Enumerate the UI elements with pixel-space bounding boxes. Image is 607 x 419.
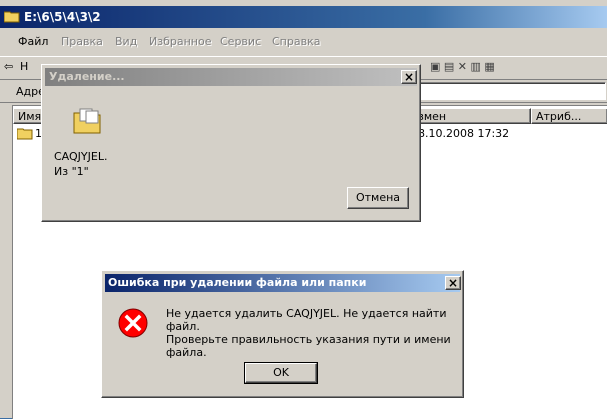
menu-edit[interactable]: Правка <box>61 32 103 52</box>
column-attributes-label: Атриб... <box>536 110 582 123</box>
cancel-button[interactable]: Отмена <box>347 187 409 209</box>
menu-bar: Файл Правка Вид Избранное Сервис Справка <box>0 32 607 52</box>
error-dialog: Ошибка при удалении файла или папки × Не… <box>101 270 464 398</box>
delete-source-folder: Из "1" <box>54 165 89 178</box>
toolbar-icons[interactable]: ▣ ▤ ✕ ▥ ▦ <box>430 60 495 73</box>
ok-button-label: OK <box>273 366 289 379</box>
back-arrow-icon[interactable]: ⇦ <box>4 60 13 73</box>
row-modified: 8.10.2008 17:32 <box>418 127 510 140</box>
delete-dialog-title: Удаление... <box>49 70 125 83</box>
folder-icon <box>4 11 20 23</box>
explorer-title-bar[interactable]: E:\6\5\4\3\2 <box>0 6 607 28</box>
error-message: Не удается удалить CAQJYJEL. Не удается … <box>166 307 447 333</box>
menu-file[interactable]: Файл <box>18 32 48 52</box>
column-modified-label: змен <box>418 110 447 123</box>
column-name-label: Имя <box>18 110 42 123</box>
menu-tools[interactable]: Сервис <box>220 32 261 52</box>
flying-papers-icon <box>73 108 101 134</box>
error-dialog-title: Ошибка при удалении файла или папки <box>108 276 367 289</box>
delete-progress-dialog: Удаление... × CAQJYJEL. Из "1" Отмена <box>41 64 421 222</box>
delete-dialog-title-bar[interactable]: Удаление... <box>45 68 417 86</box>
menu-help[interactable]: Справка <box>272 32 320 52</box>
explorer-title: E:\6\5\4\3\2 <box>24 10 101 24</box>
error-icon <box>118 308 148 338</box>
menu-view[interactable]: Вид <box>115 32 137 52</box>
folder-icon <box>17 128 33 140</box>
ok-button[interactable]: OK <box>244 362 318 384</box>
delete-file-name: CAQJYJEL. <box>54 150 108 163</box>
error-dialog-title-bar[interactable]: Ошибка при удалении файла или папки <box>105 274 460 292</box>
back-button-label[interactable]: Н <box>20 60 28 73</box>
column-header-modified[interactable]: змен <box>413 108 531 124</box>
close-icon[interactable]: × <box>445 276 461 290</box>
close-icon[interactable]: × <box>401 70 417 84</box>
menu-favorites[interactable]: Избранное <box>149 32 211 52</box>
column-header-attributes[interactable]: Атриб... <box>531 108 607 124</box>
error-hint: Проверьте правильность указания пути и и… <box>166 333 451 359</box>
cancel-button-label: Отмена <box>355 191 401 204</box>
